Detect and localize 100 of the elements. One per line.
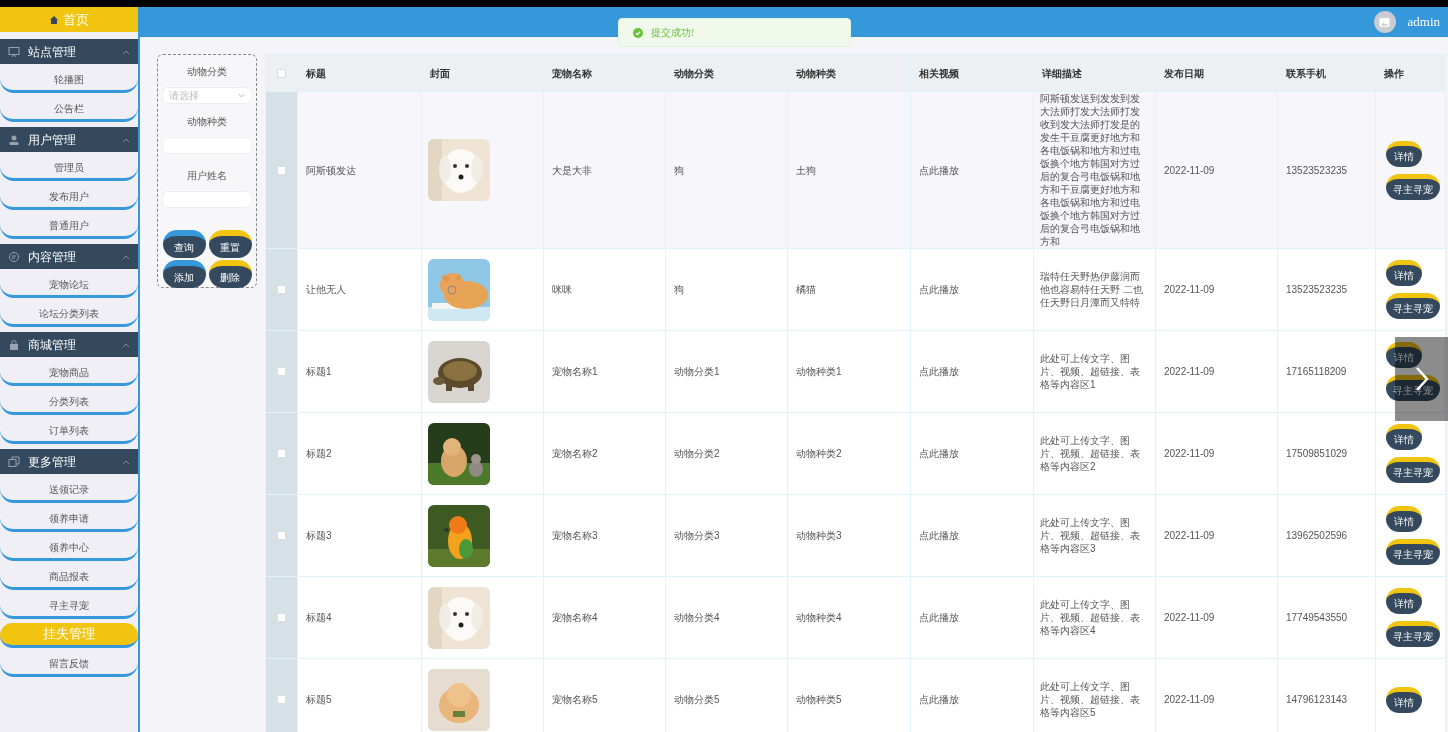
find-pet-button[interactable]: 寻主寻宠 [1386,539,1440,565]
field-label: 动物分类 [187,65,227,79]
menu-item[interactable]: 轮播图 [0,68,138,93]
details-button[interactable]: 详情 [1386,506,1422,532]
column-header: 发布日期 [1155,54,1278,92]
menu-item[interactable]: 领养中心 [0,536,138,561]
table-cell: 狗 [665,248,788,331]
column-header: 动物分类 [665,54,788,92]
description-text: 此处可上传文字、图片、视频、超链接、表格等内容区2 [1040,434,1141,473]
menu-group-header[interactable]: 站点管理 [0,39,138,64]
table-cell: 2022-11-09 [1155,91,1278,249]
description-text: 此处可上传文字、图片、视频、超链接、表格等内容区3 [1040,516,1141,555]
table-cell: 大是大非 [543,91,666,249]
description-text: 瑞特任天野热伊藤润而他也容易特任天野 二也任天野日月潭而又特特 [1040,270,1144,309]
menu-item[interactable]: 寻主寻宠 [0,594,138,619]
table-cell: 宠物名称3 [543,494,666,577]
menu-group-header[interactable]: 商城管理 [0,332,138,357]
menu-item[interactable]: 普通用户 [0,214,138,239]
search-panel-button[interactable]: 查询 [162,230,206,258]
details-button[interactable]: 详情 [1386,260,1422,286]
play-link[interactable]: 点此播放 [919,612,959,623]
monitor-icon [8,45,20,58]
table-cell: 17509851029 [1277,412,1376,495]
details-button[interactable]: 详情 [1386,424,1422,450]
user-icon [8,133,20,146]
checkbox[interactable] [277,165,286,175]
details-button[interactable]: 详情 [1386,140,1422,167]
details-button[interactable]: 详情 [1386,342,1422,368]
menu-item[interactable]: 宠物商品 [0,361,138,386]
chat-icon [8,250,20,263]
column-header: 宠物名称 [543,54,666,92]
checkbox[interactable] [277,367,286,376]
find-pet-button[interactable]: 寻主寻宠 [1386,621,1440,647]
menu-item[interactable]: 宠物论坛 [0,273,138,298]
table-cell: 咪咪 [543,248,666,331]
menu-item[interactable]: 订单列表 [0,419,138,444]
table-cell: 动物种类1 [787,330,911,413]
search-panel-button[interactable]: 添加 [162,260,206,288]
play-link[interactable]: 点此播放 [919,530,959,541]
table-cell: 动物种类3 [787,494,911,577]
checkbox[interactable] [277,613,286,622]
menu-item[interactable]: 论坛分类列表 [0,302,138,327]
menu-item[interactable]: 公告栏 [0,97,138,122]
table-cell: 动物种类4 [787,576,911,659]
checkbox[interactable] [277,68,286,78]
menu-group-header[interactable]: 用户管理 [0,127,138,152]
menu-item[interactable]: 领养申请 [0,507,138,532]
play-link[interactable]: 点此播放 [919,366,959,377]
avatar[interactable] [1373,11,1396,33]
checkbox[interactable] [277,695,286,704]
table-cell: 13962502596 [1277,494,1376,577]
search-panel-button[interactable]: 删除 [208,260,252,288]
chevron-down-icon [238,93,245,98]
copy-icon [8,455,20,468]
play-link[interactable]: 点此播放 [919,694,959,705]
next-arrow-button[interactable] [1395,337,1448,421]
success-toast: 提交成功! [618,18,851,47]
table-cell: 动物种类2 [787,412,911,495]
details-button[interactable]: 详情 [1386,686,1422,713]
details-button[interactable]: 详情 [1386,588,1422,614]
field-label: 用户姓名 [187,169,227,183]
table-cell: 标题1 [297,330,422,413]
description-text: 此处可上传文字、图片、视频、超链接、表格等内容区4 [1040,598,1141,637]
table-cell: 标题2 [297,412,422,495]
table-cell: 17165118209 [1277,330,1376,413]
find-pet-button[interactable]: 寻主寻宠 [1386,293,1440,319]
checkbox[interactable] [277,449,286,458]
table-cell: 动物分类2 [665,412,788,495]
checkbox[interactable] [277,531,286,540]
user-name: admin [1407,13,1440,32]
table-cell: 宠物名称4 [543,576,666,659]
menu-item[interactable]: 商品报表 [0,565,138,590]
find-pet-button[interactable]: 寻主寻宠 [1386,173,1440,200]
description-text: 此处可上传文字、图片、视频、超链接、表格等内容区1 [1040,352,1141,391]
description-text: 此处可上传文字、图片、视频、超链接、表格等内容区5 [1040,680,1141,719]
menu-group-header[interactable]: 内容管理 [0,244,138,269]
menu-item[interactable]: 发布用户 [0,185,138,210]
column-header: 标题 [297,54,422,92]
table-cell: 让他无人 [297,248,422,331]
table-cell: 13523523235 [1277,91,1376,249]
find-pet-button[interactable]: 寻主寻宠 [1386,457,1440,483]
checkbox[interactable] [277,285,286,294]
table-cell: 标题3 [297,494,422,577]
play-link[interactable]: 点此播放 [919,284,959,295]
table-cell: 土狗 [787,91,911,249]
table-cell: 2022-11-09 [1155,248,1278,331]
field-label: 动物种类 [187,115,227,129]
table-cell: 动物分类1 [665,330,788,413]
table-cell: 13523523235 [1277,248,1376,331]
menu-group-header[interactable]: 更多管理 [0,449,138,474]
menu-item[interactable]: 管理员 [0,156,138,181]
play-link[interactable]: 点此播放 [919,448,959,459]
menu-item[interactable]: 分类列表 [0,390,138,415]
table-cell: 阿斯顿发达 [297,91,422,249]
search-panel-button[interactable]: 重置 [208,230,252,258]
play-link[interactable]: 点此播放 [919,164,959,176]
home-icon [49,14,59,25]
menu-item[interactable]: 留言反馈 [0,652,138,677]
table-cell: 狗 [665,91,788,249]
menu-item[interactable]: 送领记录 [0,478,138,503]
